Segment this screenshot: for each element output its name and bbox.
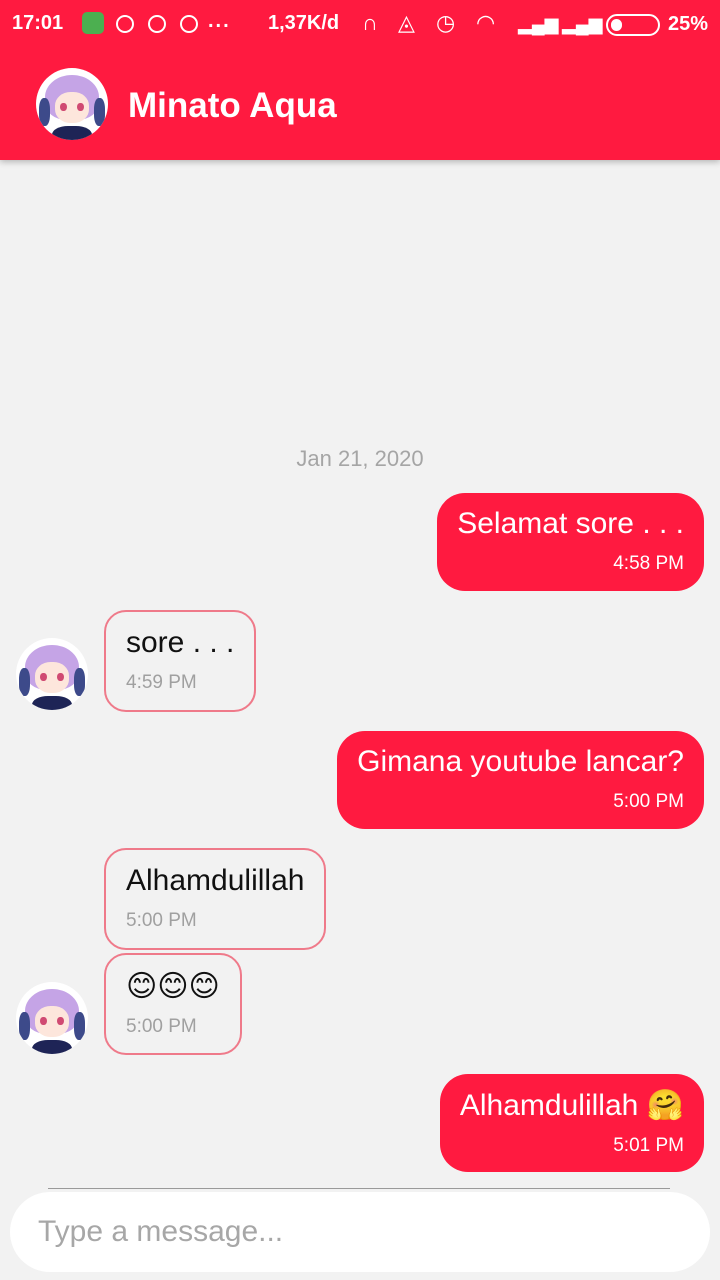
whatsapp-icon — [180, 15, 198, 33]
message-time: 4:58 PM — [613, 553, 684, 574]
sender-avatar[interactable] — [16, 982, 88, 1054]
notification-app-icon — [82, 12, 104, 34]
message-text: Alhamdulillah — [126, 864, 305, 897]
sender-avatar[interactable] — [16, 638, 88, 710]
message-input[interactable] — [10, 1192, 710, 1272]
network-speed: 1,37K/d — [268, 12, 340, 34]
whatsapp-icon — [116, 15, 134, 33]
received-message[interactable]: 😊😊😊 5:00 PM — [104, 953, 242, 1055]
sent-message[interactable]: Alhamdulillah 🤗 5:01 PM — [439, 1074, 704, 1172]
contact-avatar[interactable] — [36, 68, 108, 140]
app-bar: 17:01 ... 1,37K/d ∩ ◬ ◷ ◠ ▂▄▆ ▂▄▆ 25% Mi… — [0, 0, 720, 160]
status-bar: 17:01 ... 1,37K/d ∩ ◬ ◷ ◠ ▂▄▆ ▂▄▆ 25% — [0, 0, 720, 50]
message-text: 😊😊😊 — [126, 969, 220, 1004]
received-message[interactable]: Alhamdulillah 5:00 PM — [104, 848, 327, 950]
bell-off-icon: ◬ — [398, 10, 415, 35]
headphones-icon: ∩ — [362, 10, 378, 35]
status-time: 17:01 — [12, 12, 64, 34]
contact-name[interactable]: Minato Aqua — [128, 86, 337, 126]
battery-icon — [606, 14, 660, 36]
alarm-icon: ◷ — [436, 10, 456, 35]
message-time: 5:00 PM — [613, 791, 684, 812]
message-text: sore . . . — [126, 626, 235, 659]
composer-divider — [48, 1188, 670, 1189]
message-time: 4:59 PM — [126, 672, 197, 693]
signal-icon: ▂▄▆ — [518, 14, 559, 34]
message-text: Selamat sore . . . — [457, 507, 684, 540]
message-time: 5:00 PM — [126, 1016, 197, 1037]
more-notifications-icon: ... — [208, 10, 231, 32]
message-time: 5:01 PM — [613, 1135, 684, 1156]
date-separator: Jan 21, 2020 — [296, 446, 424, 471]
message-text: Gimana youtube lancar? — [357, 745, 684, 778]
signal-icon: ▂▄▆ — [562, 14, 603, 34]
wifi-icon: ◠ — [476, 10, 496, 35]
sent-message[interactable]: Gimana youtube lancar? 5:00 PM — [337, 731, 704, 829]
battery-level — [611, 19, 622, 31]
whatsapp-icon — [148, 15, 166, 33]
received-message[interactable]: sore . . . 4:59 PM — [104, 610, 257, 712]
battery-percent: 25% — [668, 13, 709, 35]
message-time: 5:00 PM — [126, 910, 197, 931]
message-text: Alhamdulillah 🤗 — [459, 1089, 684, 1122]
sent-message[interactable]: Selamat sore . . . 4:58 PM — [437, 493, 704, 591]
